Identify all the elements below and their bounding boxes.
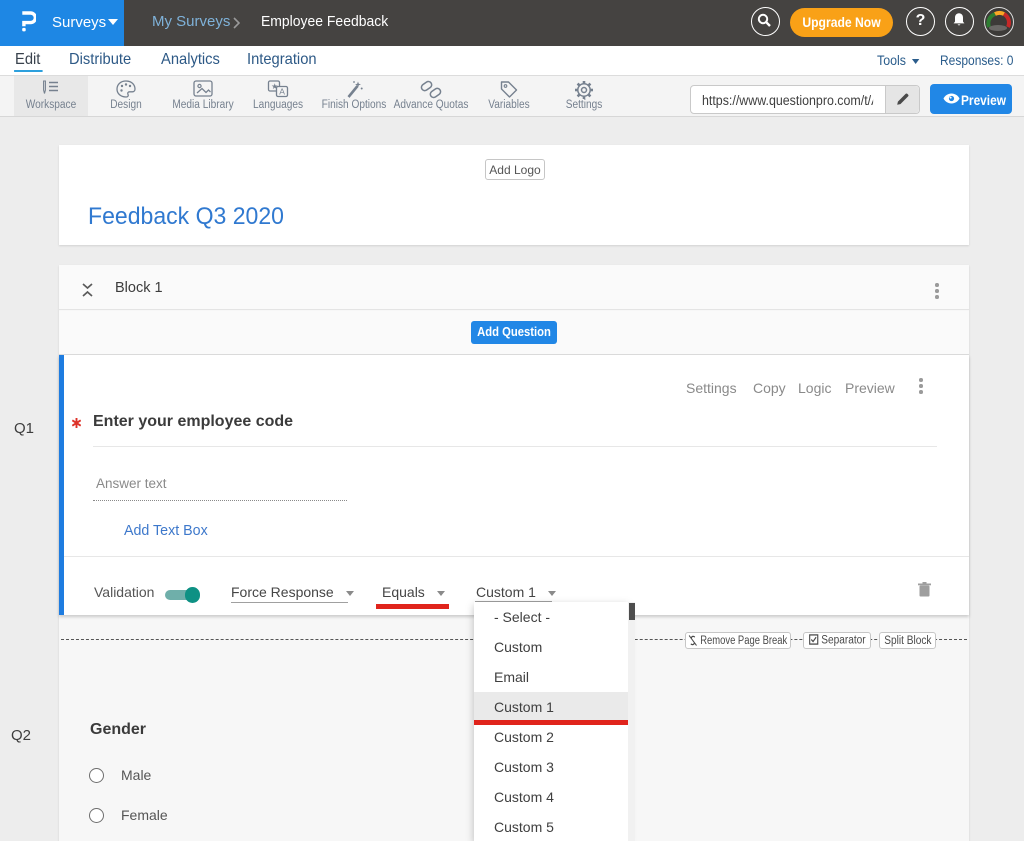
svg-text:A: A bbox=[279, 87, 285, 97]
